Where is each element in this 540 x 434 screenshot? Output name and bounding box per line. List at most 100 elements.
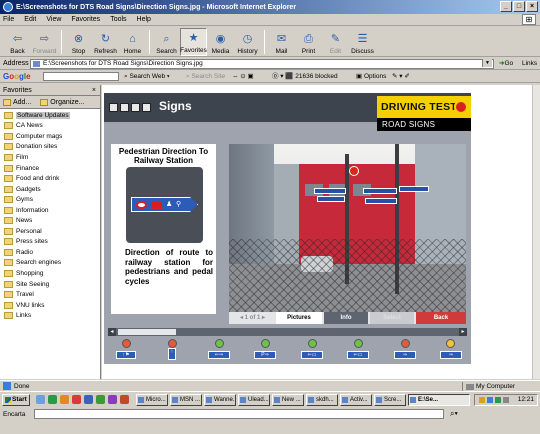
google-search-input[interactable]	[43, 72, 119, 81]
quicklaunch-desktop-icon[interactable]	[48, 395, 57, 404]
toolbar-history-button[interactable]: ◷ History	[234, 28, 261, 56]
close-button[interactable]: ×	[526, 1, 538, 12]
taskbar-task[interactable]: skdh...	[306, 394, 338, 406]
menu-edit[interactable]: Edit	[24, 16, 36, 23]
menu-favorites[interactable]: Favorites	[71, 16, 100, 23]
thumb-sign-icon[interactable]: P⇒	[254, 351, 276, 359]
back-button[interactable]: Back	[416, 312, 466, 324]
quicklaunch-word-icon[interactable]	[84, 395, 93, 404]
google-options-button[interactable]: ▣ Options	[356, 70, 386, 83]
quicklaunch-app-icon[interactable]	[108, 395, 117, 404]
favorites-item[interactable]: Gyms	[0, 194, 100, 205]
quicklaunch-outlook-icon[interactable]	[60, 395, 69, 404]
tray-icon[interactable]	[479, 397, 485, 403]
favorites-item[interactable]: Computer mags	[0, 131, 100, 142]
links-button[interactable]: Links	[522, 58, 537, 70]
tab-pictures[interactable]: Pictures	[276, 312, 322, 324]
favorites-item[interactable]: Shopping	[0, 268, 100, 279]
encarta-search-input[interactable]	[34, 409, 444, 419]
toolbar-back-button[interactable]: ⇦ Back	[4, 28, 31, 56]
thumb-sign-icon[interactable]: ⇒	[394, 351, 416, 359]
save-icon[interactable]	[109, 103, 118, 112]
taskbar-task[interactable]: Activ...	[340, 394, 372, 406]
pager[interactable]: ◂ 1 of 1 ▸	[229, 312, 276, 324]
scroll-right-arrow-icon[interactable]: ▸	[459, 328, 467, 336]
go-button[interactable]: ➜Go	[499, 58, 513, 70]
favorites-item[interactable]: Personal	[0, 226, 100, 237]
window-titlebar[interactable]: E:\Screenshots for DTS Road Signs\Direct…	[0, 0, 540, 14]
favorites-item[interactable]: Radio	[0, 247, 100, 258]
menu-file[interactable]: File	[3, 16, 14, 23]
google-logo[interactable]: Google	[3, 72, 31, 81]
taskbar-task[interactable]: Ulead...	[238, 394, 270, 406]
favorites-item[interactable]: Travel	[0, 289, 100, 300]
taskbar-task[interactable]: Wanne...	[204, 394, 236, 406]
thumb-sign-icon[interactable]: ↑⚑	[116, 351, 136, 359]
add-favorite-button[interactable]: Add...	[3, 98, 31, 106]
thumb-sign-icon[interactable]: ⇐⇒	[208, 351, 230, 359]
menu-help[interactable]: Help	[137, 16, 151, 23]
search-web-button[interactable]: ⌕ Search Web ▾	[124, 70, 170, 83]
thumbnail-scrollbar[interactable]: ◂ ▸	[108, 328, 467, 336]
thumb-sign-icon[interactable]: ⇒	[440, 351, 462, 359]
favorites-item[interactable]: Links	[0, 310, 100, 321]
favorites-item[interactable]: Site Seeing	[0, 279, 100, 290]
email-icon[interactable]	[142, 103, 151, 112]
close-favorites-button[interactable]: ×	[92, 85, 96, 96]
search-site-button[interactable]: ⌕ Search Site	[186, 70, 225, 83]
quicklaunch-media-icon[interactable]	[72, 395, 81, 404]
favorites-item[interactable]: Software Updates	[0, 110, 100, 121]
toolbar-edit-button[interactable]: ✎ Edit	[322, 28, 349, 56]
quicklaunch-ie-icon[interactable]	[36, 395, 45, 404]
quicklaunch-excel-icon[interactable]	[96, 395, 105, 404]
toolbar-print-button[interactable]: ⎙ Print	[295, 28, 322, 56]
favorites-item[interactable]: Finance	[0, 163, 100, 174]
taskbar-task[interactable]: Scre...	[374, 394, 406, 406]
address-dropdown-button[interactable]: ▼	[482, 59, 492, 67]
tab-info[interactable]: Info	[324, 312, 368, 324]
taskbar-task[interactable]: E:\Se...	[408, 394, 470, 406]
taskbar-task[interactable]: MSN ...	[170, 394, 202, 406]
favorites-item[interactable]: Press sites	[0, 237, 100, 248]
tray-icon[interactable]	[487, 397, 493, 403]
taskbar-task[interactable]: Micro...	[136, 394, 168, 406]
address-input[interactable]: E:\Screenshots for DTS Road Signs\Direct…	[30, 59, 494, 69]
toolbar-discuss-button[interactable]: ☰ Discuss	[349, 28, 376, 56]
favorites-item[interactable]: Information	[0, 205, 100, 216]
thumb-sign-icon[interactable]: ↑	[168, 348, 176, 360]
toolbar-stop-button[interactable]: ⊗ Stop	[65, 28, 92, 56]
tab-select[interactable]: Select	[370, 312, 414, 324]
favorites-item[interactable]: Food and drink	[0, 173, 100, 184]
toolbar-forward-button[interactable]: ⇨ Forward	[31, 28, 58, 56]
favorites-item[interactable]: Film	[0, 152, 100, 163]
favorites-item[interactable]: Donation sites	[0, 142, 100, 153]
maximize-button[interactable]: □	[513, 1, 525, 12]
tray-icon[interactable]	[495, 397, 501, 403]
minimize-button[interactable]: _	[500, 1, 512, 12]
favorites-item[interactable]: Gadgets	[0, 184, 100, 195]
toolbar-search-button[interactable]: ⌕ Search	[153, 28, 180, 56]
scroll-left-arrow-icon[interactable]: ◂	[108, 328, 116, 336]
favorites-item[interactable]: CA News	[0, 121, 100, 132]
taskbar-task[interactable]: New ...	[272, 394, 304, 406]
toolbar-mail-button[interactable]: ✉ Mail	[268, 28, 295, 56]
quicklaunch-app-icon[interactable]	[120, 395, 129, 404]
page-scrollbar[interactable]	[532, 85, 540, 379]
thumb-sign-icon[interactable]: ⇐▭	[347, 351, 369, 359]
volume-icon[interactable]	[503, 397, 509, 403]
page-rank-icon[interactable]: ⇔ ⊙ ▣	[232, 70, 254, 83]
thumb-sign-icon[interactable]: ⇐▭	[301, 351, 323, 359]
favorites-item[interactable]: News	[0, 215, 100, 226]
toolbar-refresh-button[interactable]: ↻ Refresh	[92, 28, 119, 56]
start-button[interactable]: Start	[2, 394, 30, 406]
toolbar-media-button[interactable]: ◉ Media	[207, 28, 234, 56]
menu-tools[interactable]: Tools	[110, 16, 126, 23]
organize-favorites-button[interactable]: Organize...	[40, 98, 85, 106]
scroll-thumb[interactable]	[118, 329, 176, 335]
highlight-icon[interactable]: ✎ ▾ ✐	[392, 70, 410, 83]
favorites-item[interactable]: VNU links	[0, 300, 100, 311]
toolbar-home-button[interactable]: ⌂ Home	[119, 28, 146, 56]
search-icon[interactable]: ⌕▾	[450, 408, 458, 420]
copy-icon[interactable]	[131, 103, 140, 112]
favorites-item[interactable]: Search engines	[0, 258, 100, 269]
